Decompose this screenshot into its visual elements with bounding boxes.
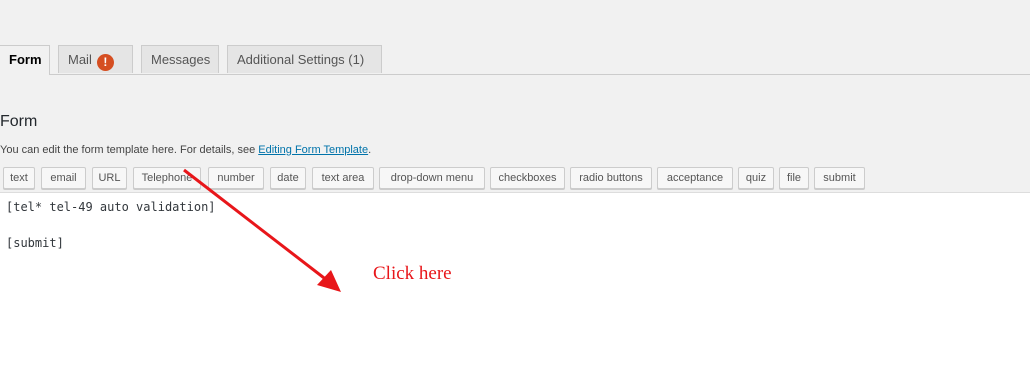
- annotation-arrow-icon: [183, 168, 341, 292]
- annotation-label: Click here: [373, 263, 452, 284]
